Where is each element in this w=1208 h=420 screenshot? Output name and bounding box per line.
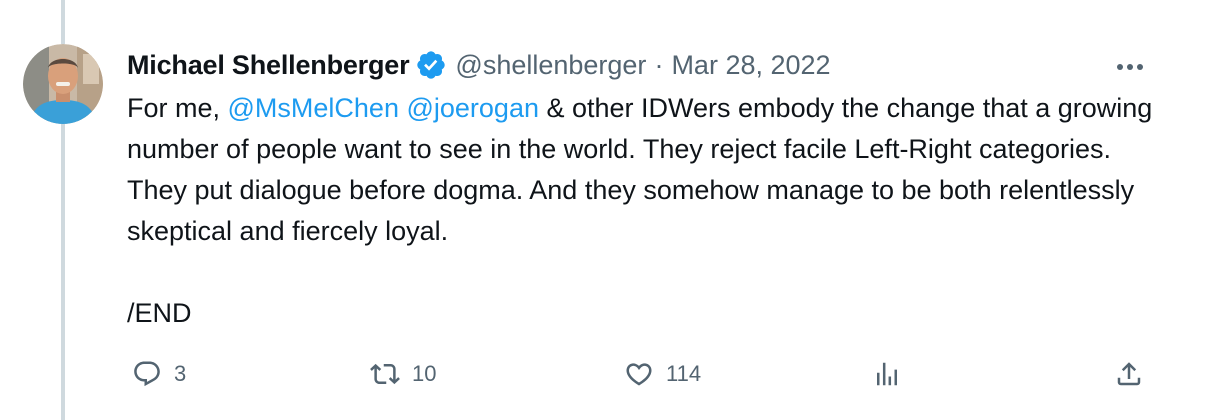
reply-icon [134, 361, 160, 387]
heart-icon [626, 363, 652, 386]
avatar[interactable] [23, 44, 103, 124]
tweet-header: Michael Shellenberger @shellenberger · M… [127, 46, 831, 84]
share-icon [1117, 362, 1141, 386]
reply-button[interactable]: 3 [132, 354, 186, 394]
views-button[interactable] [872, 354, 902, 394]
header-separator: · [654, 49, 664, 80]
mention-msmelchen[interactable]: @MsMelChen [228, 93, 399, 123]
text-end: /END [127, 298, 192, 328]
like-button[interactable]: 114 [624, 354, 701, 394]
author-display-name[interactable]: Michael Shellenberger [127, 50, 410, 81]
more-options-button[interactable] [1110, 52, 1150, 82]
tweet-date[interactable]: Mar 28, 2022 [671, 50, 830, 81]
retweet-icon [370, 363, 400, 385]
mention-joerogan[interactable]: @joerogan [406, 93, 539, 123]
reply-count: 3 [174, 361, 187, 386]
author-handle[interactable]: @shellenberger [455, 50, 646, 81]
more-horizontal-icon [1117, 64, 1143, 70]
tweet-text: For me, @MsMelChen @joerogan & other IDW… [127, 88, 1177, 334]
tweet[interactable]: Michael Shellenberger @shellenberger · M… [0, 0, 1208, 420]
analytics-icon [877, 362, 897, 386]
tweet-actions: 3 10 114 [132, 354, 1162, 394]
share-button[interactable] [1114, 354, 1144, 394]
text-prefix: For me, [127, 93, 228, 123]
like-count: 114 [666, 361, 702, 386]
retweet-button[interactable]: 10 [370, 354, 436, 394]
retweet-count: 10 [412, 361, 437, 386]
verified-badge-icon[interactable] [415, 49, 447, 81]
